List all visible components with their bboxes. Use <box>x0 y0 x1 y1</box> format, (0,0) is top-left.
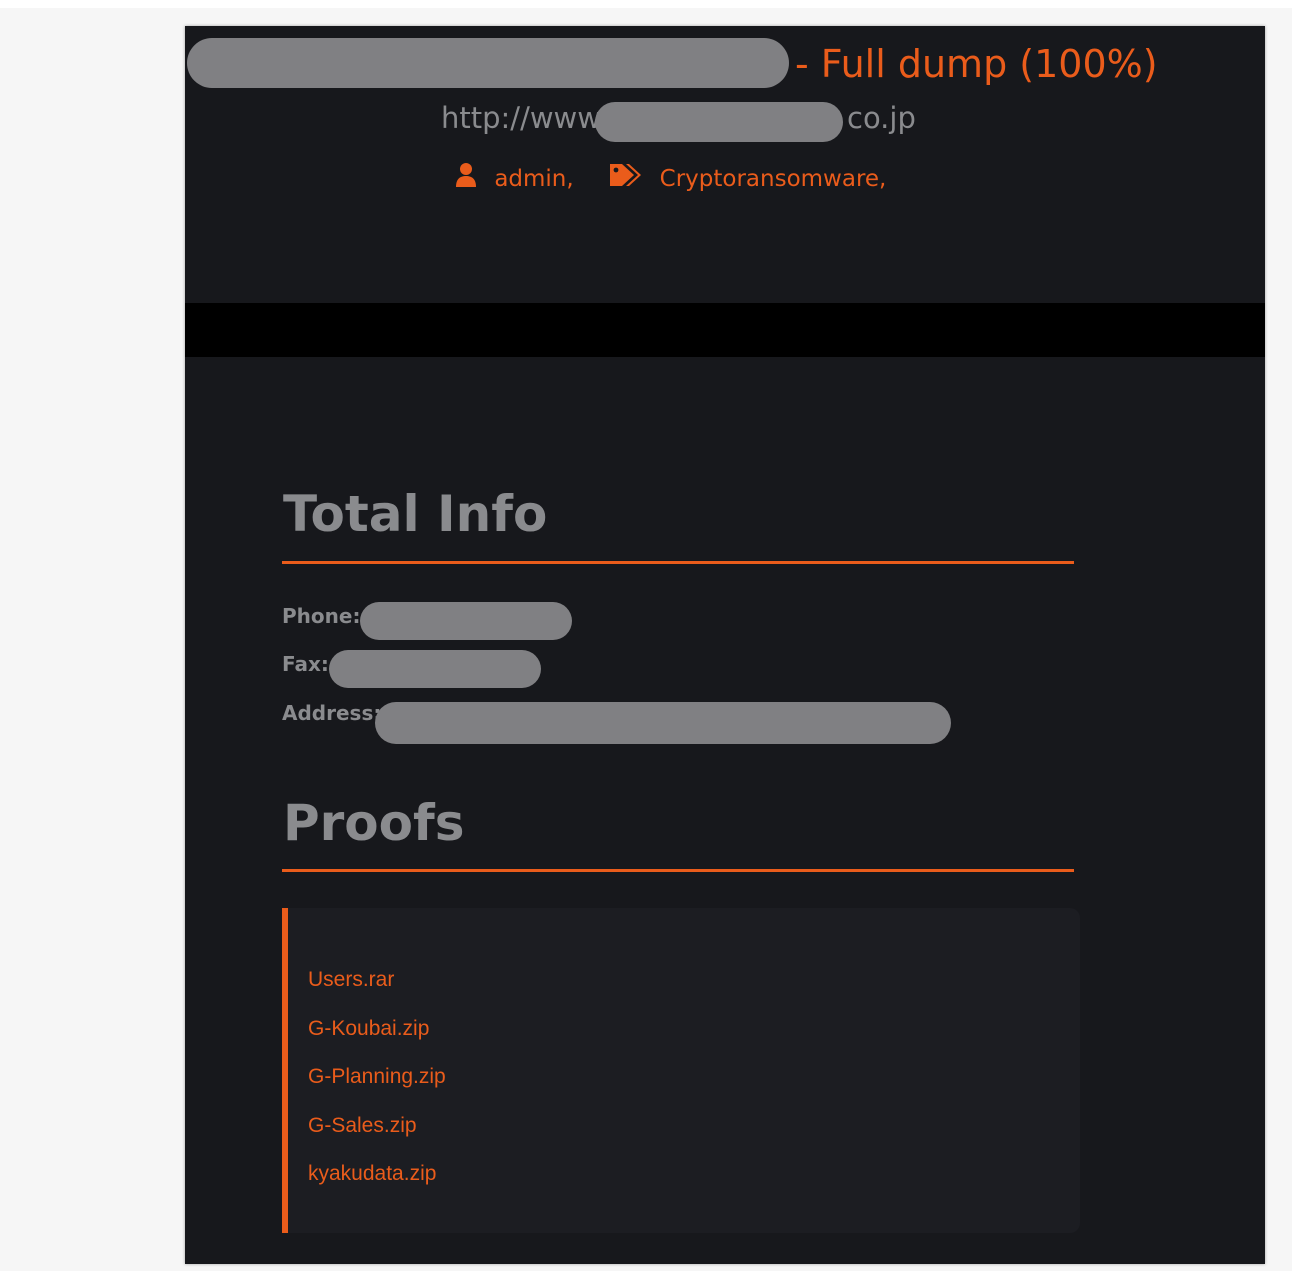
site-url-prefix[interactable]: http://www <box>441 100 601 136</box>
fax-label: Fax: <box>282 652 329 676</box>
proof-file-link[interactable]: Users.rar <box>308 956 446 1005</box>
proof-file-link[interactable]: G-Planning.zip <box>308 1053 446 1102</box>
total-info-rule <box>282 561 1074 564</box>
proofs-rule <box>282 869 1074 872</box>
leak-page: - Full dump (100%) http://www co.jp admi… <box>185 26 1265 1264</box>
post-title: - Full dump (100%) <box>795 42 1158 86</box>
redacted-fax <box>329 650 541 688</box>
redacted-address <box>375 702 951 744</box>
proofs-file-list: Users.rar G-Koubai.zip G-Planning.zip G-… <box>282 908 1080 1233</box>
author-link[interactable]: admin, <box>494 164 573 194</box>
post-header: - Full dump (100%) http://www co.jp admi… <box>185 26 1265 302</box>
proofs-heading: Proofs <box>283 794 465 852</box>
post-meta: admin, Cryptoransomware, <box>455 162 886 194</box>
site-url-suffix[interactable]: co.jp <box>847 100 916 136</box>
phone-label: Phone: <box>282 604 361 628</box>
proof-file-link[interactable]: kyakudata.zip <box>308 1150 446 1199</box>
total-info-heading: Total Info <box>283 485 548 543</box>
header-divider-band <box>185 303 1265 357</box>
outer-background <box>0 0 1292 8</box>
redacted-phone <box>360 602 572 640</box>
address-label: Address: <box>282 701 382 725</box>
tags-icon <box>608 162 642 196</box>
user-icon <box>455 162 477 196</box>
redacted-url-domain <box>595 102 843 142</box>
proof-file-link[interactable]: G-Koubai.zip <box>308 1005 446 1054</box>
redacted-company-name <box>187 38 789 88</box>
tag-link[interactable]: Cryptoransomware, <box>660 164 887 194</box>
proof-file-link[interactable]: G-Sales.zip <box>308 1102 446 1151</box>
